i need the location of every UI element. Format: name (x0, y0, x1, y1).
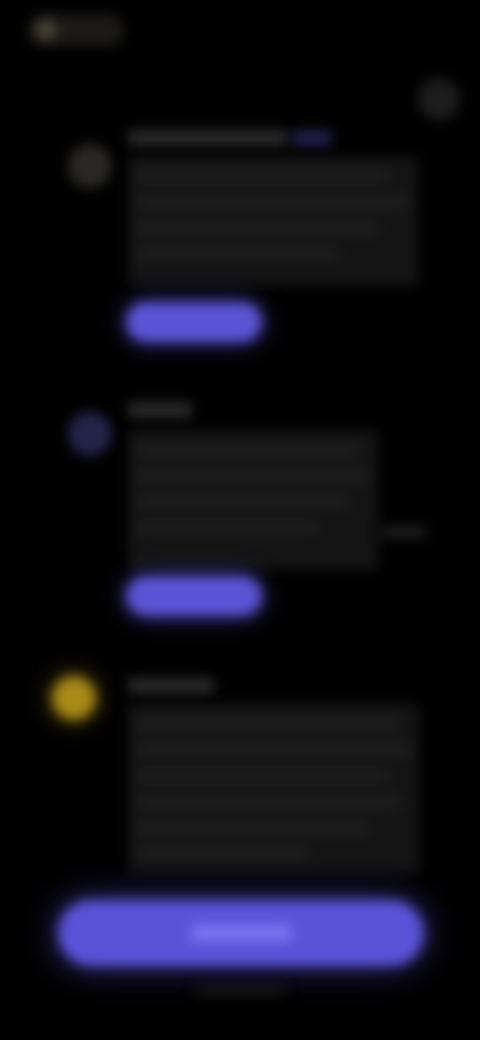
description-line (138, 248, 338, 260)
close-icon[interactable] (418, 78, 460, 120)
step-two (0, 396, 480, 636)
description-line (138, 770, 388, 782)
description-line (138, 718, 398, 730)
step-one-title-badge (292, 130, 332, 146)
step-two-description (128, 430, 378, 570)
description-line (138, 848, 308, 860)
step-three-icon (52, 676, 96, 720)
description-line (138, 796, 400, 808)
step-one-icon (68, 144, 112, 188)
top-bar (0, 0, 480, 70)
screen (0, 0, 480, 1040)
description-line (138, 444, 358, 456)
description-line (138, 196, 408, 208)
step-two-action-button[interactable] (126, 576, 262, 616)
primary-action-button[interactable] (58, 900, 424, 966)
step-one-description (128, 156, 418, 286)
step-two-icon (68, 412, 112, 456)
primary-action-label (191, 924, 291, 942)
description-line (138, 222, 378, 234)
back-icon (36, 20, 56, 40)
description-line (138, 822, 368, 834)
step-one-action-button[interactable] (126, 302, 262, 342)
step-two-note (380, 526, 426, 538)
step-two-title (128, 402, 192, 418)
description-line (138, 470, 368, 482)
description-line (138, 496, 348, 508)
step-three-title (128, 678, 214, 694)
description-line (138, 522, 318, 534)
step-one-title (128, 130, 288, 146)
step-one (0, 120, 480, 360)
back-button[interactable] (28, 14, 124, 46)
description-line (138, 170, 388, 182)
footer-note (196, 984, 286, 996)
step-three-description (128, 704, 420, 874)
step-three (0, 672, 480, 882)
description-line (138, 744, 408, 756)
